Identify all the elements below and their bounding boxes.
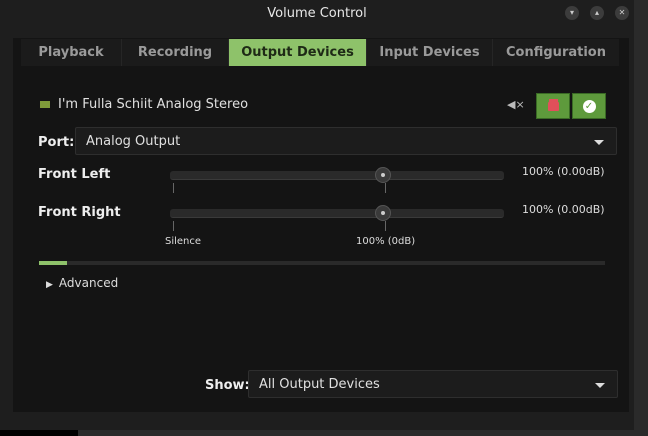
lock-channels-button[interactable] <box>536 93 570 119</box>
channel-label: Front Right <box>38 205 121 220</box>
tick-silence <box>173 183 174 193</box>
port-select[interactable]: Analog Output <box>75 127 617 155</box>
window-title: Volume Control <box>267 6 367 21</box>
channel-value: 100% (0.00dB) <box>522 203 605 216</box>
tab-playback[interactable]: Playback <box>21 39 122 66</box>
front-left-slider[interactable] <box>170 167 504 183</box>
normal-volume-label: 100% (0dB) <box>356 236 416 247</box>
peak-meter-fill <box>39 261 68 265</box>
advanced-label: Advanced <box>58 276 119 290</box>
desktop-taskbar <box>0 430 78 436</box>
silence-label: Silence <box>165 236 202 247</box>
tab-configuration[interactable]: Configuration <box>493 39 619 66</box>
advanced-expander[interactable]: ▶ Advanced <box>46 276 118 290</box>
tab-output-devices[interactable]: Output Devices <box>229 39 367 66</box>
show-label: Show: <box>205 378 250 393</box>
volume-control-window: Volume Control ▾ ▴ ✕ Playback Recording … <box>0 0 634 430</box>
main-panel: Playback Recording Output Devices Input … <box>13 38 629 412</box>
tick-normal <box>385 221 386 231</box>
minimize-button[interactable]: ▾ <box>565 6 579 20</box>
speaker-muted-icon[interactable]: ◀× <box>507 98 525 111</box>
lock-icon <box>547 102 559 111</box>
port-value: Analog Output <box>86 134 181 149</box>
peak-meter <box>39 261 605 265</box>
close-button[interactable]: ✕ <box>615 6 629 20</box>
tick-normal <box>385 183 386 193</box>
slider-handle[interactable] <box>375 205 392 221</box>
set-default-button[interactable]: ✓ <box>572 93 606 119</box>
show-value: All Output Devices <box>259 377 380 392</box>
device-name: I'm Fulla Schiit Analog Stereo <box>58 97 249 112</box>
tab-bar: Playback Recording Output Devices Input … <box>21 39 619 66</box>
channel-value: 100% (0.00dB) <box>522 165 605 178</box>
dropdown-arrow-icon <box>594 140 604 145</box>
tab-recording[interactable]: Recording <box>122 39 229 66</box>
check-icon: ✓ <box>582 100 596 113</box>
tick-silence <box>173 221 174 231</box>
maximize-button[interactable]: ▴ <box>590 6 604 20</box>
tab-input-devices[interactable]: Input Devices <box>367 39 493 66</box>
front-right-slider[interactable] <box>170 205 504 221</box>
sound-card-icon <box>40 101 50 108</box>
dropdown-arrow-icon <box>595 383 605 388</box>
expander-arrow-icon: ▶ <box>46 280 53 290</box>
port-label: Port: <box>38 135 75 150</box>
device-header: I'm Fulla Schiit Analog Stereo <box>40 97 248 112</box>
channel-label: Front Left <box>38 167 111 182</box>
show-select[interactable]: All Output Devices <box>248 370 618 398</box>
slider-handle[interactable] <box>375 167 392 183</box>
